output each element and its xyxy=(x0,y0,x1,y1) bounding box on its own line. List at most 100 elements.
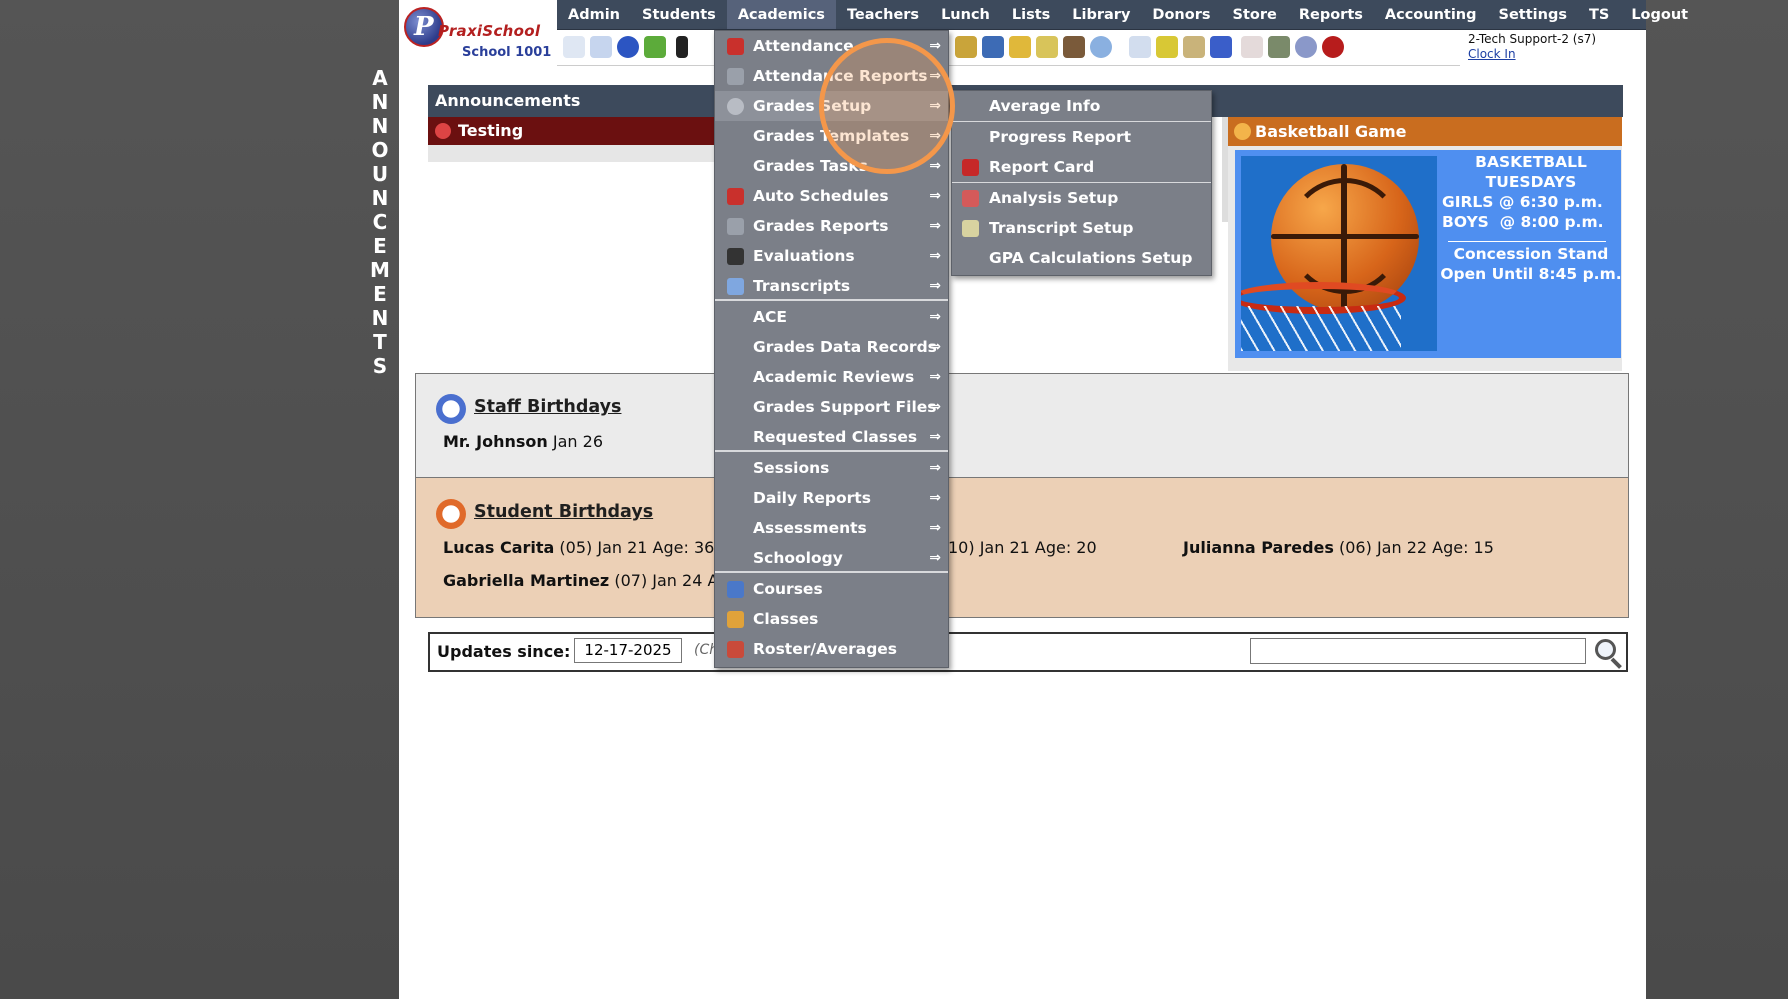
background-left xyxy=(0,0,399,999)
id-card-icon[interactable] xyxy=(1156,36,1178,58)
accounts-payable-icon[interactable] xyxy=(1210,36,1232,58)
grade-a-plus-icon xyxy=(962,159,979,176)
nav-accounting[interactable]: Accounting xyxy=(1374,0,1488,29)
menu-item-courses[interactable]: Courses xyxy=(715,574,948,604)
pdf-icon[interactable] xyxy=(1241,36,1263,58)
background-right xyxy=(1646,0,1788,999)
bb-line: Concession Stand xyxy=(1453,245,1609,263)
submenu-item-progress-report[interactable]: Progress Report xyxy=(952,122,1211,152)
people-icon[interactable] xyxy=(1063,36,1085,58)
bell-icon[interactable] xyxy=(1009,36,1031,58)
menu-item-evaluations[interactable]: Evaluations ⇒ xyxy=(715,241,948,271)
nav-library[interactable]: Library xyxy=(1061,0,1141,29)
menu-item-grades-support-files[interactable]: Grades Support Files ⇒ xyxy=(715,392,948,422)
submenu-arrow-icon: ⇒ xyxy=(929,309,941,325)
power-icon[interactable] xyxy=(1322,36,1344,58)
printer-icon[interactable] xyxy=(1183,36,1205,58)
announcement-testing-label: Testing xyxy=(458,121,524,140)
printer-icon xyxy=(727,218,744,235)
chat-icon[interactable] xyxy=(644,36,666,58)
announcement-testing[interactable]: Testing xyxy=(428,117,720,145)
menu-item-daily-reports[interactable]: Daily Reports ⇒ xyxy=(715,483,948,513)
nav-logout[interactable]: Logout xyxy=(1620,0,1699,29)
document-icon xyxy=(962,220,979,237)
nav-academics[interactable]: Academics xyxy=(726,0,836,29)
menu-item-academic-reviews[interactable]: Academic Reviews ⇒ xyxy=(715,362,948,392)
food-icon[interactable] xyxy=(955,36,977,58)
nav-donors[interactable]: Donors xyxy=(1141,0,1221,29)
submenu-item-report-card[interactable]: Report Card xyxy=(952,152,1211,182)
vertical-letter: N xyxy=(371,186,389,210)
clock-in-link[interactable]: Clock In xyxy=(1468,47,1596,62)
praxischool-logo[interactable]: P PraxiSchool School 1001 xyxy=(400,0,557,66)
vertical-letter: N xyxy=(371,306,389,330)
menu-item-auto-schedules[interactable]: Auto Schedules ⇒ xyxy=(715,181,948,211)
submenu-arrow-icon: ⇒ xyxy=(929,520,941,536)
vertical-letter: S xyxy=(372,354,388,378)
nav-store[interactable]: Store xyxy=(1222,0,1288,29)
logo-school: School 1001 xyxy=(462,45,552,60)
submenu-arrow-icon: ⇒ xyxy=(929,218,941,234)
updates-since-label: Updates since: xyxy=(437,642,571,661)
search-icon[interactable] xyxy=(1593,637,1625,669)
menu-item-transcripts[interactable]: Transcripts ⇒ xyxy=(715,271,948,301)
calendar-grid-icon[interactable] xyxy=(590,36,612,58)
menu-item-attendance[interactable]: Attendance ⇒ xyxy=(715,31,948,61)
submenu-arrow-icon: ⇒ xyxy=(929,429,941,445)
nav-students[interactable]: Students xyxy=(631,0,727,29)
menu-item-ace[interactable]: ACE ⇒ xyxy=(715,302,948,332)
submenu-arrow-icon: ⇒ xyxy=(929,399,941,415)
submenu-item-gpa-calculations-setup[interactable]: GPA Calculations Setup xyxy=(952,243,1211,273)
menu-item-grades-templates[interactable]: Grades Templates ⇒ xyxy=(715,121,948,151)
menu-item-grades-setup[interactable]: Grades Setup ⇒ xyxy=(715,91,948,121)
nav-lunch[interactable]: Lunch xyxy=(930,0,1001,29)
menu-item-grades-data-records[interactable]: Grades Data Records ⇒ xyxy=(715,332,948,362)
vertical-letter: A xyxy=(372,66,388,90)
nav-lists[interactable]: Lists xyxy=(1001,0,1061,29)
menu-item-label: ACE xyxy=(753,308,787,326)
menu-item-sessions[interactable]: Sessions ⇒ xyxy=(715,453,948,483)
spreadsheet-icon[interactable] xyxy=(1129,36,1151,58)
menu-item-attendance-reports[interactable]: Attendance Reports ⇒ xyxy=(715,61,948,91)
alarm-clock-icon[interactable] xyxy=(1090,36,1112,58)
submenu-item-analysis-setup[interactable]: Analysis Setup xyxy=(952,183,1211,213)
nav-reports[interactable]: Reports xyxy=(1288,0,1374,29)
nav-ts[interactable]: TS xyxy=(1578,0,1620,29)
email-at-icon[interactable] xyxy=(617,36,639,58)
menu-item-assessments[interactable]: Assessments ⇒ xyxy=(715,513,948,543)
menu-item-roster-averages[interactable]: Roster/Averages xyxy=(715,634,948,664)
staff-birthdays-title[interactable]: Staff Birthdays xyxy=(474,397,621,417)
menu-item-label: Daily Reports xyxy=(753,489,871,507)
announcement-icon xyxy=(435,123,451,139)
menu-item-classes[interactable]: Classes xyxy=(715,604,948,634)
nav-settings[interactable]: Settings xyxy=(1488,0,1578,29)
submenu-item-transcript-setup[interactable]: Transcript Setup xyxy=(952,213,1211,243)
nav-teachers[interactable]: Teachers xyxy=(836,0,930,29)
vertical-letter: T xyxy=(373,330,387,354)
menu-item-requested-classes[interactable]: Requested Classes ⇒ xyxy=(715,422,948,452)
submenu-item-label: Transcript Setup xyxy=(989,219,1134,237)
updates-bar: Updates since: 12-17-2025 (Ch xyxy=(428,632,1628,672)
nav-admin[interactable]: Admin xyxy=(557,0,631,29)
phone-icon[interactable] xyxy=(676,36,688,58)
vertical-letter: E xyxy=(373,282,387,306)
announcement-basketball[interactable]: Basketball Game xyxy=(1228,117,1622,146)
submenu-arrow-icon: ⇒ xyxy=(929,128,941,144)
money-icon[interactable] xyxy=(1268,36,1290,58)
book-icon[interactable] xyxy=(982,36,1004,58)
submenu-item-average-info[interactable]: Average Info xyxy=(952,91,1211,121)
updates-date-field[interactable]: 12-17-2025 xyxy=(574,638,682,663)
vertical-letter: N xyxy=(371,114,389,138)
menu-item-label: Attendance Reports xyxy=(753,67,928,85)
submenu-arrow-icon: ⇒ xyxy=(929,490,941,506)
search-icon[interactable] xyxy=(563,36,585,58)
basketball-image xyxy=(1241,156,1437,351)
menu-item-schoology[interactable]: Schoology ⇒ xyxy=(715,543,948,573)
menu-item-grades-reports[interactable]: Grades Reports ⇒ xyxy=(715,211,948,241)
help-icon[interactable] xyxy=(1295,36,1317,58)
student-birthdays-title[interactable]: Student Birthdays xyxy=(474,502,653,522)
search-input[interactable] xyxy=(1250,638,1586,664)
folder-arrow-icon[interactable] xyxy=(1036,36,1058,58)
menu-item-grades-tasks[interactable]: Grades Tasks ⇒ xyxy=(715,151,948,181)
menu-item-label: Academic Reviews xyxy=(753,368,915,386)
